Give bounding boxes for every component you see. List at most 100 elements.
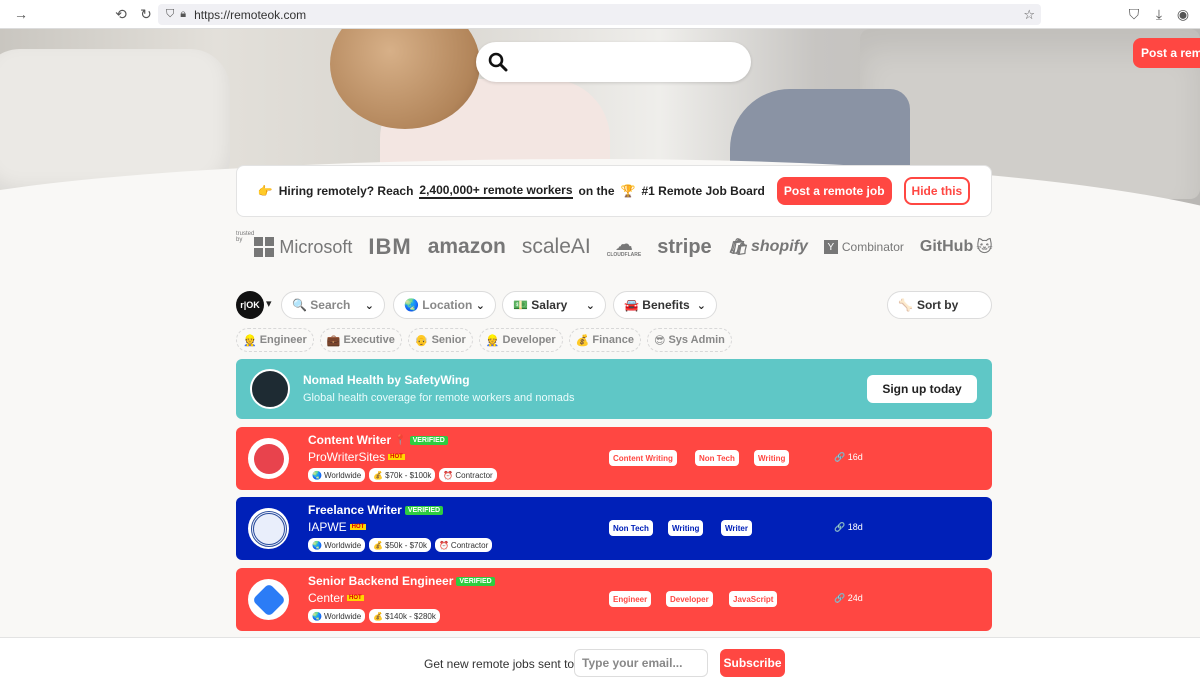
promo-subtitle: Global health coverage for remote worker…	[303, 392, 575, 404]
location-chip[interactable]: 🌏 Worldwide	[308, 609, 366, 623]
quick-tag-developer[interactable]: 👷 Developer	[478, 328, 563, 352]
prowritersites-logo-icon	[253, 443, 284, 474]
quick-tag-engineer[interactable]: 👷 Engineer	[236, 328, 314, 352]
location-chip[interactable]: 🌏 Worldwide	[308, 538, 366, 552]
forward-icon[interactable]: →	[13, 6, 29, 22]
money-bag-icon: 💰	[373, 540, 384, 550]
search-filter[interactable]: 🔍 Search ⌄	[281, 291, 385, 319]
promo-title: Nomad Health by SafetyWing	[303, 373, 470, 387]
microsoft-logo: Microsoft	[254, 237, 352, 258]
quick-tag-executive[interactable]: 💼 Executive	[319, 328, 402, 352]
promo-card[interactable]: Nomad Health by SafetyWing Global health…	[236, 359, 992, 419]
job-row[interactable]: Freelance Writer VERIFIED IAPWE HOT 🌏 World…	[236, 497, 992, 560]
stripe-logo: stripe	[657, 235, 712, 258]
job-tag[interactable]: Non Tech	[609, 520, 653, 536]
job-tag[interactable]: Writing	[668, 520, 704, 536]
banner-highlight[interactable]: 2,400,000+ remote workers	[419, 183, 573, 199]
address-bar[interactable]: ⛉ 🔒︎ https://remoteok.com ☆	[158, 4, 1041, 25]
developer-icon: 👷	[485, 334, 500, 347]
download-icon[interactable]: ⤓	[1151, 6, 1167, 22]
bookmark-star-icon[interactable]: ☆	[1023, 7, 1035, 23]
verified-badge: VERIFIED	[456, 576, 495, 586]
subscribe-button[interactable]: Subscribe	[720, 649, 785, 677]
hiring-banner: 👉 Hiring remotely? Reach 2,400,000+ remo…	[236, 165, 992, 217]
senior-icon: 👴	[414, 334, 429, 347]
shield-icon[interactable]: ⛉	[166, 8, 174, 21]
chevron-down-icon: ⌄	[475, 299, 485, 312]
globe-icon: 🌏	[312, 540, 322, 550]
company-name[interactable]: ProWriterSites HOT	[308, 450, 405, 464]
trophy-icon: 🏆	[620, 184, 636, 198]
job-tag[interactable]: Developer	[666, 591, 713, 607]
salary-chip[interactable]: 💰 $50k - $70k	[369, 538, 431, 552]
chevron-down-icon: ⌄	[585, 299, 595, 312]
job-type-chip[interactable]: ⏰ Contractor	[439, 468, 497, 482]
hot-badge: HOT	[388, 454, 405, 460]
job-age: 🔗 24d	[834, 593, 863, 603]
clock-icon: ⏰	[438, 540, 449, 550]
reload-icon[interactable]: ↻	[138, 6, 154, 22]
history-icon[interactable]: ⟲	[113, 6, 129, 22]
job-tag[interactable]: Non Tech	[695, 450, 739, 466]
job-tag[interactable]: JavaScript	[729, 591, 778, 607]
subscribe-bar: Get new remote jobs sent to Type your em…	[0, 637, 1200, 693]
sort-by-filter[interactable]: 🦴 Sort by	[887, 291, 992, 319]
salary-chip[interactable]: 💰 $140k - $280k	[369, 609, 440, 623]
main-search-input[interactable]	[476, 42, 751, 82]
salary-chip[interactable]: 💰 $70k - $100k	[369, 468, 436, 482]
quick-tag-sys-admin[interactable]: 😎 Sys Admin	[646, 328, 732, 352]
job-tag[interactable]: Writing	[754, 450, 790, 466]
job-tag[interactable]: Engineer	[609, 591, 652, 607]
salary-filter[interactable]: 💵 Salary ⌄	[502, 291, 606, 319]
amazon-logo: amazon	[427, 235, 506, 258]
link-icon: 🔗	[834, 522, 846, 532]
job-title[interactable]: Freelance Writer VERIFIED	[308, 503, 444, 517]
job-meta: 🌏 Worldwide 💰 $70k - $100k ⏰ Contractor	[308, 468, 497, 482]
globe-icon: 🌏	[404, 298, 419, 312]
job-title[interactable]: Content Writer 📍 VERIFIED	[308, 433, 448, 447]
microsoft-grid-icon	[254, 237, 275, 257]
benefits-filter[interactable]: 🚘 Benefits ⌄	[613, 291, 717, 319]
y-box-icon: Y	[823, 240, 838, 254]
job-tag[interactable]: Content Writing	[609, 450, 677, 466]
banner-hide-button[interactable]: Hide this	[903, 177, 971, 205]
job-type-chip[interactable]: ⏰ Contractor	[434, 538, 493, 552]
job-title[interactable]: Senior Backend Engineer VERIFIED	[308, 574, 495, 588]
center-logo-icon	[251, 582, 286, 617]
globe-icon: 🌏	[312, 611, 322, 621]
location-chip[interactable]: 🌏 Worldwide	[308, 468, 366, 482]
job-tag[interactable]: Writer	[721, 520, 752, 536]
money-bag-icon: 💰	[575, 334, 590, 347]
chevron-down-icon[interactable]: ▾	[266, 297, 272, 310]
iapwe-seal-icon	[250, 510, 287, 547]
quick-tag-finance[interactable]: 💰 Finance	[568, 328, 641, 352]
company-name[interactable]: IAPWE HOT	[308, 520, 367, 534]
hot-badge: HOT	[347, 595, 364, 601]
remoteok-logo[interactable]: r|OK	[236, 291, 264, 319]
location-filter[interactable]: 🌏 Location ⌄	[393, 291, 496, 319]
quick-tag-senior[interactable]: 👴 Senior	[407, 328, 473, 352]
job-age: 🔗 18d	[834, 522, 863, 532]
pin-icon: 📍	[394, 434, 407, 446]
money-icon: 💵	[513, 298, 528, 312]
shopping-bag-icon: 🛍︎	[727, 239, 748, 256]
chevron-down-icon: ⌄	[696, 299, 706, 312]
job-row[interactable]: Content Writer 📍 VERIFIED ProWriterSites HO…	[236, 427, 992, 490]
job-meta: 🌏 Worldwide 💰 $50k - $70k ⏰ Contractor	[308, 538, 493, 552]
pocket-icon[interactable]: ⛉	[1126, 6, 1142, 22]
promo-signup-button[interactable]: Sign up today	[867, 375, 977, 403]
globe-icon: 🌏	[312, 470, 322, 480]
url-text[interactable]: https://remoteok.com	[194, 8, 306, 22]
post-job-button-top[interactable]: Post a remote job	[1133, 38, 1200, 68]
company-logo	[248, 579, 289, 620]
lock-icon[interactable]: 🔒︎	[180, 8, 186, 21]
banner-post-job-button[interactable]: Post a remote job	[776, 177, 892, 205]
email-input[interactable]: Type your email...	[574, 649, 708, 677]
account-icon[interactable]: ◉	[1175, 6, 1191, 22]
company-name[interactable]: Center HOT	[308, 591, 364, 605]
browser-toolbar: → ⟲ ↻ ⛉ 🔒︎ https://remoteok.com ☆ ⛉ ⤓ ◉	[0, 0, 1200, 29]
company-logo	[248, 438, 289, 479]
job-row[interactable]: Senior Backend Engineer VERIFIED Center HO…	[236, 568, 992, 631]
trusted-by-row: trusted by Microsoft IBM amazon scaleAI …	[236, 231, 996, 262]
ibm-logo: IBM	[368, 234, 412, 259]
